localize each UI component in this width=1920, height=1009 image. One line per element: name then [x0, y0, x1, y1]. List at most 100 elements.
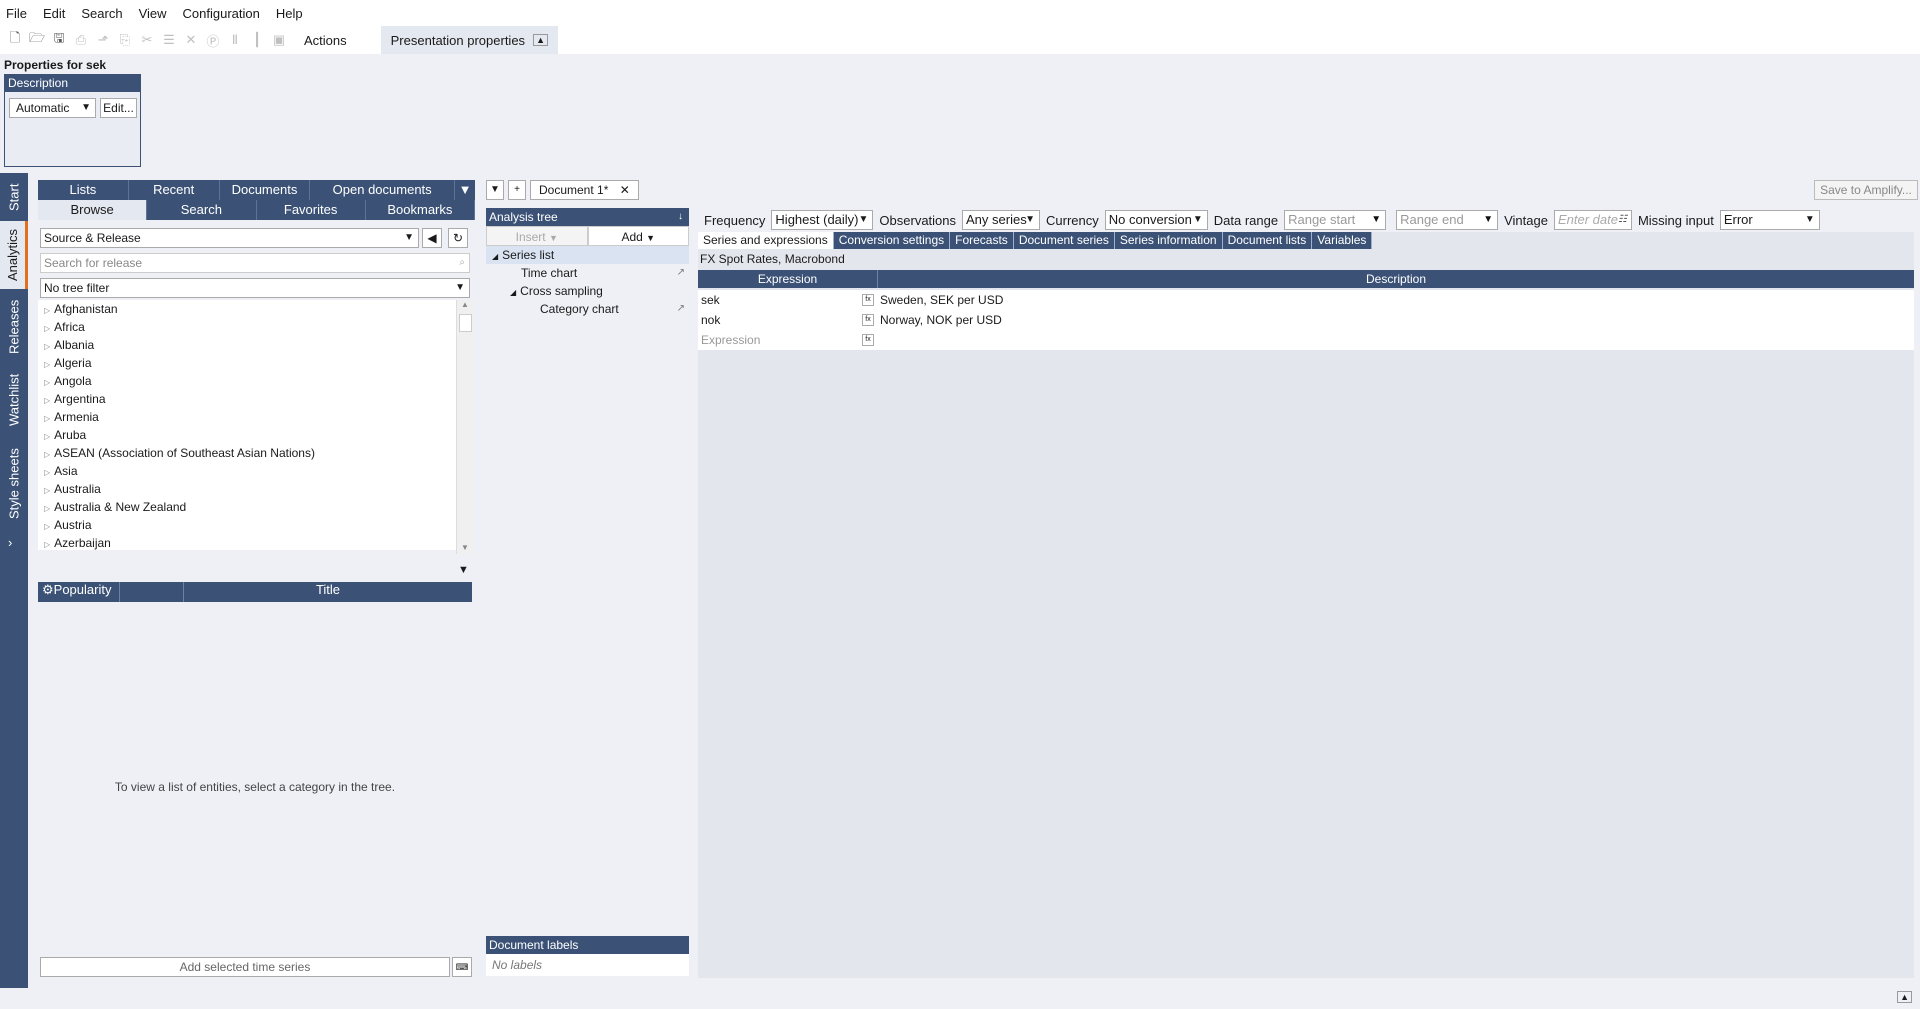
expand-chevron-icon[interactable]: ›	[8, 535, 12, 550]
tree-item[interactable]: ▷ ASEAN (Association of Southeast Asian N…	[38, 444, 456, 462]
analysis-item-cross-sampling[interactable]: ◢ Cross sampling	[486, 282, 689, 300]
column-title[interactable]: Title	[184, 582, 472, 602]
observations-select[interactable]: Any series ▼	[962, 210, 1041, 230]
tree-item[interactable]: ▷ Afghanistan	[38, 300, 456, 318]
tab-series-information[interactable]: Series information	[1115, 232, 1223, 249]
function-icon[interactable]: fx	[862, 294, 874, 306]
expand-icon[interactable]: ▷	[44, 378, 50, 387]
expand-icon[interactable]: ▷	[44, 540, 50, 549]
tab-search[interactable]: Search	[147, 200, 257, 220]
tree-item[interactable]: ▷ Aruba	[38, 426, 456, 444]
tree-item[interactable]: ▷ Albania	[38, 336, 456, 354]
tree-item[interactable]: ▷ Armenia	[38, 408, 456, 426]
open-window-icon[interactable]: ↗	[677, 264, 685, 282]
tab-favorites[interactable]: Favorites	[257, 200, 366, 220]
tab-bookmarks[interactable]: Bookmarks	[366, 200, 475, 220]
tab-recent[interactable]: Recent	[129, 180, 220, 200]
analysis-item-time-chart[interactable]: Time chart ↗	[486, 264, 689, 282]
add-selected-time-series-button[interactable]: Add selected time series	[40, 957, 450, 977]
tree-item[interactable]: ▷ Angola	[38, 372, 456, 390]
open-window-icon[interactable]: ↗	[677, 300, 685, 318]
range-end-select[interactable]: Range end ▼	[1396, 210, 1499, 230]
tab-document-series[interactable]: Document series	[1014, 232, 1115, 249]
frequency-select[interactable]: Highest (daily) ▼	[771, 210, 874, 230]
open-folder-icon[interactable]: 🗁	[26, 29, 48, 51]
edit-button[interactable]: Edit...	[100, 98, 137, 118]
collapse-icon[interactable]: ▲	[533, 34, 548, 46]
currency-select[interactable]: No conversion ▼	[1104, 210, 1208, 230]
save-to-amplify-button[interactable]: Save to Amplify...	[1814, 180, 1918, 200]
menu-configuration[interactable]: Configuration	[183, 6, 260, 21]
expand-icon[interactable]: ▷	[44, 432, 50, 441]
scroll-up-icon[interactable]: ▲	[461, 300, 469, 309]
scroll-down-icon[interactable]: ▼	[461, 543, 469, 552]
chart-icon[interactable]: Ⅱ	[224, 29, 246, 51]
expression-cell[interactable]: sek	[698, 290, 862, 310]
tab-series-and-expressions[interactable]: Series and expressions	[698, 232, 834, 249]
delete-icon[interactable]: ✕	[180, 29, 202, 51]
side-tab-releases[interactable]: Releases	[0, 293, 28, 361]
vintage-date-input[interactable]: Enter date ☷	[1553, 210, 1632, 230]
range-start-select[interactable]: Range start ▼	[1284, 210, 1387, 230]
tree-filter-select[interactable]: No tree filter ▼	[40, 278, 470, 298]
column-popularity[interactable]: ⚙Popularity	[38, 582, 120, 602]
tree-item[interactable]: ▷ Africa	[38, 318, 456, 336]
tree-item[interactable]: ▷ Argentina	[38, 390, 456, 408]
tree-item[interactable]: ▷ Australia	[38, 480, 456, 498]
expand-icon[interactable]: ▷	[44, 342, 50, 351]
column-expression[interactable]: Expression	[698, 270, 878, 288]
description-select[interactable]: Automatic ▼	[9, 98, 96, 118]
actions-menu[interactable]: Actions	[304, 33, 347, 48]
cut-icon[interactable]: ✂	[136, 29, 158, 51]
new-tab-icon[interactable]: +	[508, 180, 526, 200]
expand-icon[interactable]: ▷	[44, 468, 50, 477]
add-button[interactable]: Add ▼	[587, 226, 689, 246]
source-select[interactable]: Source & Release ▼	[40, 228, 419, 248]
expand-up-icon[interactable]: ▲	[1897, 991, 1912, 1003]
tab-document-lists[interactable]: Document lists	[1223, 232, 1313, 249]
new-document-icon[interactable]: 🗋	[4, 29, 26, 51]
function-icon[interactable]: fx	[862, 334, 874, 346]
expand-icon[interactable]: ▷	[44, 522, 50, 531]
tree-item[interactable]: ▷ Australia & New Zealand	[38, 498, 456, 516]
side-tab-style-sheets[interactable]: Style sheets	[0, 439, 28, 529]
table-row[interactable]: nok fx Norway, NOK per USD	[698, 310, 1914, 330]
refresh-icon[interactable]: ↻	[448, 228, 468, 248]
tree-item[interactable]: ▷ Austria	[38, 516, 456, 534]
back-button[interactable]: ◀	[422, 228, 442, 248]
document-tab[interactable]: Document 1* ✕	[530, 180, 639, 200]
expand-icon[interactable]: ▷	[44, 450, 50, 459]
new-expression-row[interactable]: Expression fx	[698, 330, 1914, 350]
menu-view[interactable]: View	[139, 6, 167, 21]
menu-search[interactable]: Search	[81, 6, 122, 21]
bar-icon[interactable]: ┃	[246, 29, 268, 51]
pin-icon[interactable]: ▼	[455, 180, 475, 200]
collapse-triangle-icon[interactable]: ◢	[492, 252, 498, 261]
menu-edit[interactable]: Edit	[43, 6, 65, 21]
side-tab-start[interactable]: Start	[0, 175, 28, 219]
tab-list-dropdown-icon[interactable]: ▼	[486, 180, 504, 200]
print-icon[interactable]: ⎙	[70, 29, 92, 51]
filter-icon[interactable]: ▼	[458, 564, 469, 576]
collapse-triangle-icon[interactable]: ◢	[510, 288, 516, 297]
expand-icon[interactable]: ▷	[44, 306, 50, 315]
tree-item[interactable]: ▷ Algeria	[38, 354, 456, 372]
tab-variables[interactable]: Variables	[1312, 232, 1373, 249]
missing-input-select[interactable]: Error ▼	[1719, 210, 1820, 230]
scroll-thumb[interactable]	[459, 314, 472, 332]
new-expression-input[interactable]: Expression	[698, 330, 862, 350]
column-description[interactable]: Description	[878, 270, 1914, 288]
tree-scrollbar[interactable]: ▲ ▼	[456, 300, 474, 554]
expand-icon[interactable]: ▷	[44, 486, 50, 495]
expression-cell[interactable]: nok	[698, 310, 862, 330]
menu-file[interactable]: File	[6, 6, 27, 21]
tab-browse[interactable]: Browse	[38, 200, 148, 220]
function-icon[interactable]: fx	[862, 314, 874, 326]
save-icon[interactable]: 🖫	[48, 29, 70, 51]
pin-icon[interactable]: ↓	[678, 208, 683, 226]
keyboard-icon[interactable]: ⌨	[452, 957, 472, 977]
tab-documents[interactable]: Documents	[220, 180, 311, 200]
table-row[interactable]: sek fx Sweden, SEK per USD	[698, 290, 1914, 310]
expand-icon[interactable]: ▷	[44, 324, 50, 333]
side-tab-watchlist[interactable]: Watchlist	[0, 365, 28, 435]
